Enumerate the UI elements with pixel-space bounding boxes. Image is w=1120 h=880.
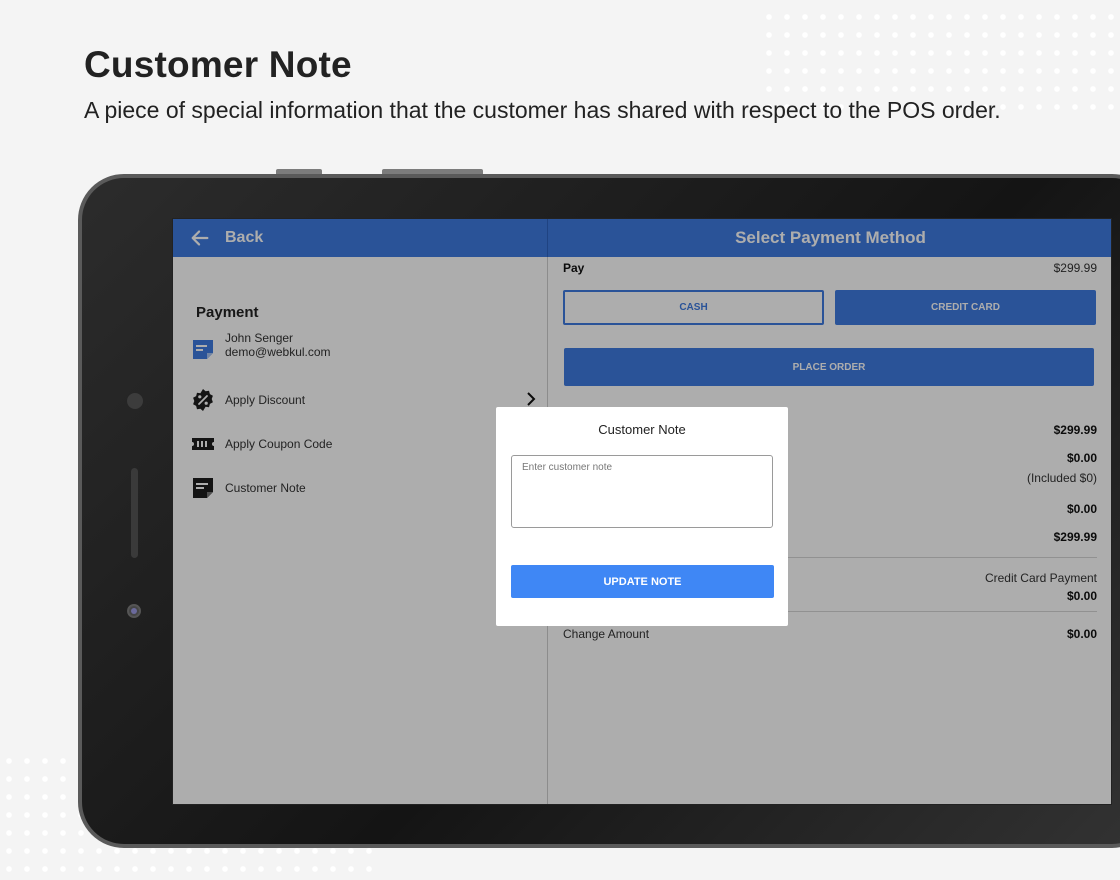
dialog-title: Customer Note: [598, 422, 686, 437]
app-screen: Back Select Payment Method Payment John …: [172, 218, 1112, 805]
update-note-button[interactable]: UPDATE NOTE: [511, 565, 774, 598]
customer-note-dialog: Customer Note UPDATE NOTE: [496, 407, 788, 626]
tablet-sensor: [127, 393, 143, 409]
decorative-dots-top-right: [760, 8, 1120, 110]
customer-note-input[interactable]: [511, 455, 773, 528]
tablet-speaker-slot: [131, 468, 138, 558]
tablet-camera-icon: [127, 604, 141, 618]
page-title: Customer Note: [84, 44, 352, 85]
page-subtitle: A piece of special information that the …: [84, 97, 1001, 123]
